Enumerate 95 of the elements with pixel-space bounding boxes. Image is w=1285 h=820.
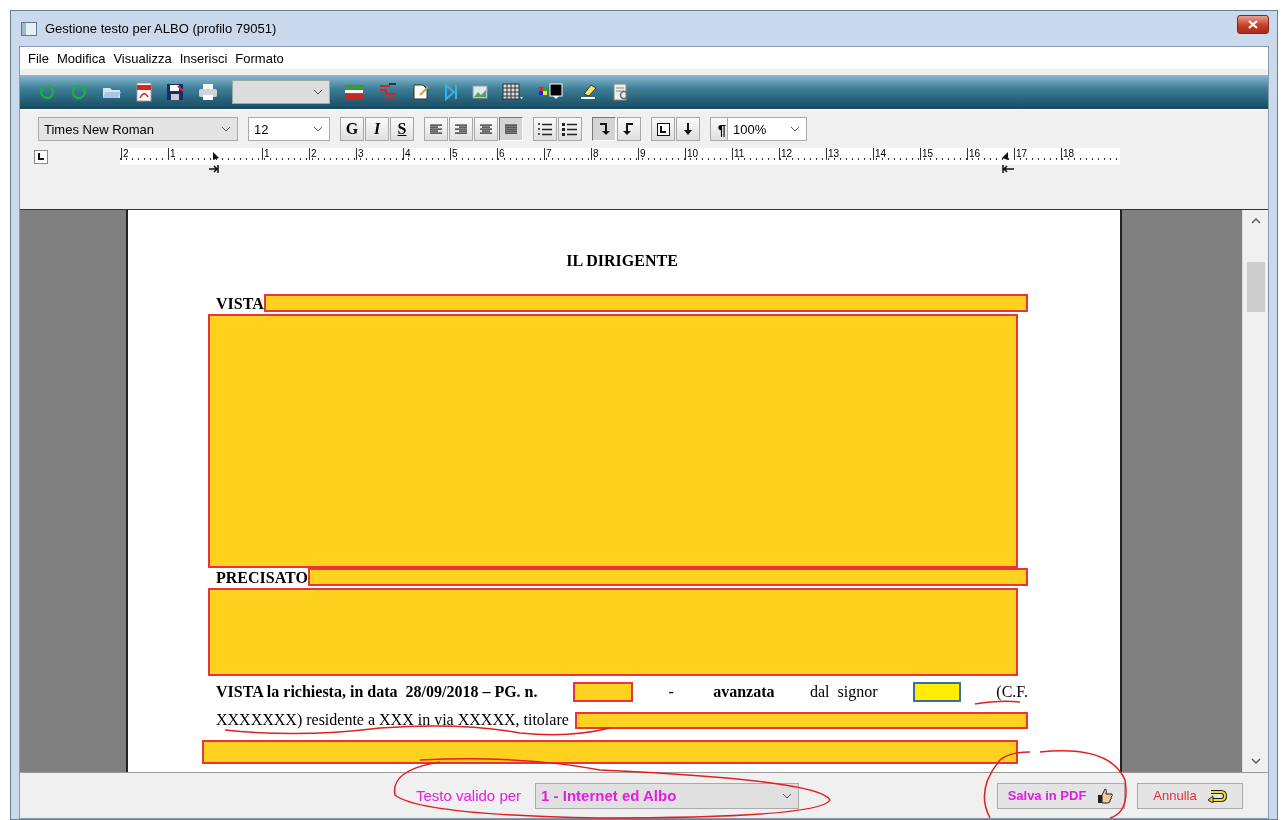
arrow-down-button[interactable] — [676, 117, 700, 141]
numbered-list-button[interactable] — [533, 117, 557, 141]
scroll-down-icon[interactable] — [1250, 758, 1261, 764]
menu-item[interactable]: File — [24, 50, 53, 66]
ruler-number: 6 — [497, 148, 505, 160]
menu-item[interactable]: Inserisci — [175, 50, 232, 66]
section-label: PRECISATO — [216, 570, 308, 586]
skip-icon[interactable] — [444, 83, 458, 101]
arrow-down-icon — [683, 122, 693, 136]
right-margin-marker-icon[interactable] — [1000, 150, 1016, 174]
bullet-list-icon — [562, 122, 578, 136]
menu-item[interactable]: Visualizza — [109, 50, 176, 66]
save-icon[interactable] — [166, 83, 184, 101]
redaction-box — [572, 682, 633, 702]
close-button[interactable] — [1237, 15, 1269, 34]
align-button[interactable] — [424, 117, 448, 141]
zoom-dropdown[interactable]: 100% — [727, 117, 807, 141]
close-icon — [1248, 20, 1258, 29]
document-text: VISTA la richiesta, in data 28/09/2018 – PG. n. — [216, 683, 538, 701]
tab-selector-icon[interactable] — [34, 150, 48, 164]
print-icon[interactable] — [198, 83, 218, 101]
swap-rows-icon[interactable] — [378, 83, 398, 101]
ruler-number: 13 — [826, 148, 840, 160]
ruler-number: 18 — [1061, 148, 1075, 160]
chevron-down-icon — [790, 126, 800, 132]
window-title: Gestione testo per ALBO (profilo 79051) — [45, 21, 277, 36]
scroll-thumb[interactable] — [1246, 262, 1265, 312]
align-left-icon — [430, 123, 442, 135]
bullet-list-button[interactable] — [558, 117, 582, 141]
indent-button[interactable] — [617, 117, 641, 141]
numbered-list-icon — [537, 122, 553, 136]
chevron-down-icon — [221, 126, 231, 132]
chevron-down-icon — [313, 89, 323, 95]
highlight-box — [912, 682, 961, 702]
document-text: - — [668, 683, 675, 701]
pdf-icon[interactable] — [136, 82, 152, 102]
menu-item[interactable]: Formato — [231, 50, 288, 66]
ruler-number: 7 — [544, 148, 552, 160]
return-arrow-icon — [1206, 788, 1227, 803]
document-check-icon[interactable] — [612, 83, 630, 101]
menu-item[interactable]: Modifica — [52, 50, 110, 66]
window-icon — [21, 21, 37, 36]
ruler-number: 1 — [262, 148, 270, 160]
align-right-icon — [455, 123, 467, 135]
document-text: (C.F. — [996, 683, 1028, 701]
ruler-number: 10 — [685, 148, 699, 160]
ruler-number: 2 — [121, 148, 129, 160]
ruler-number: 11 — [732, 148, 745, 160]
font-dropdown[interactable]: Times New Roman — [38, 117, 238, 141]
chevron-down-icon — [313, 126, 323, 132]
ruler-number: 9 — [638, 148, 646, 160]
eraser-icon[interactable] — [578, 83, 598, 101]
arrow-down-left-icon — [598, 122, 610, 136]
table-icon[interactable] — [502, 83, 524, 101]
image-icon[interactable] — [472, 85, 488, 99]
ruler[interactable]: 2 1 1 2 3 4 5 6 7 8 9 10 11 12 13 14 15 16 17 18 — [120, 148, 1120, 174]
arrow-down-right-icon — [623, 122, 635, 136]
align-center-icon — [480, 123, 492, 135]
chevron-down-icon — [782, 792, 793, 799]
ruler-number: 16 — [967, 148, 981, 160]
size-dropdown[interactable]: 12 — [248, 117, 330, 141]
ruler-number: 4 — [403, 148, 411, 160]
ruler-number: 17 — [1014, 148, 1028, 160]
vertical-scrollbar[interactable] — [1242, 210, 1268, 772]
align-button[interactable] — [449, 117, 473, 141]
italic-button[interactable]: I — [365, 117, 389, 141]
ruler-number: 12 — [779, 148, 793, 160]
bold-button[interactable]: G — [340, 117, 364, 141]
indent-button[interactable] — [592, 117, 616, 141]
document-text: avanzata — [713, 683, 775, 701]
valid-for-label: Testo valido per — [416, 787, 522, 804]
ruler-number: 15 — [920, 148, 934, 160]
document-heading: IL DIRIGENTE — [565, 252, 679, 270]
underline-button[interactable]: S — [390, 117, 414, 141]
align-button[interactable] — [499, 117, 523, 141]
indent-marker-icon[interactable] — [209, 150, 221, 174]
bars-icon[interactable] — [344, 83, 364, 101]
justify-icon — [505, 123, 517, 135]
document-text: dal signor — [809, 683, 878, 701]
thumbs-up-icon — [1096, 787, 1115, 804]
ruler-number: 5 — [450, 148, 458, 160]
cancel-button[interactable]: Annulla — [1137, 782, 1243, 809]
ruler-number: 14 — [873, 148, 887, 160]
document-text: XXXXXXX) residente a XXX in via XXXXX, titolare — [216, 711, 569, 729]
tab-stop-icon — [656, 122, 670, 136]
ruler-number: 2 — [309, 148, 317, 160]
align-button[interactable] — [474, 117, 498, 141]
ruler-number: 1 — [168, 148, 176, 160]
edit-page-icon[interactable] — [412, 83, 430, 101]
tab-stop-button[interactable] — [651, 117, 675, 141]
section-label: VISTA — [216, 296, 264, 312]
ruler-number: 3 — [356, 148, 364, 160]
color-picker-icon[interactable] — [538, 83, 564, 101]
scroll-up-icon[interactable] — [1250, 218, 1261, 224]
ruler-number: 8 — [591, 148, 599, 160]
